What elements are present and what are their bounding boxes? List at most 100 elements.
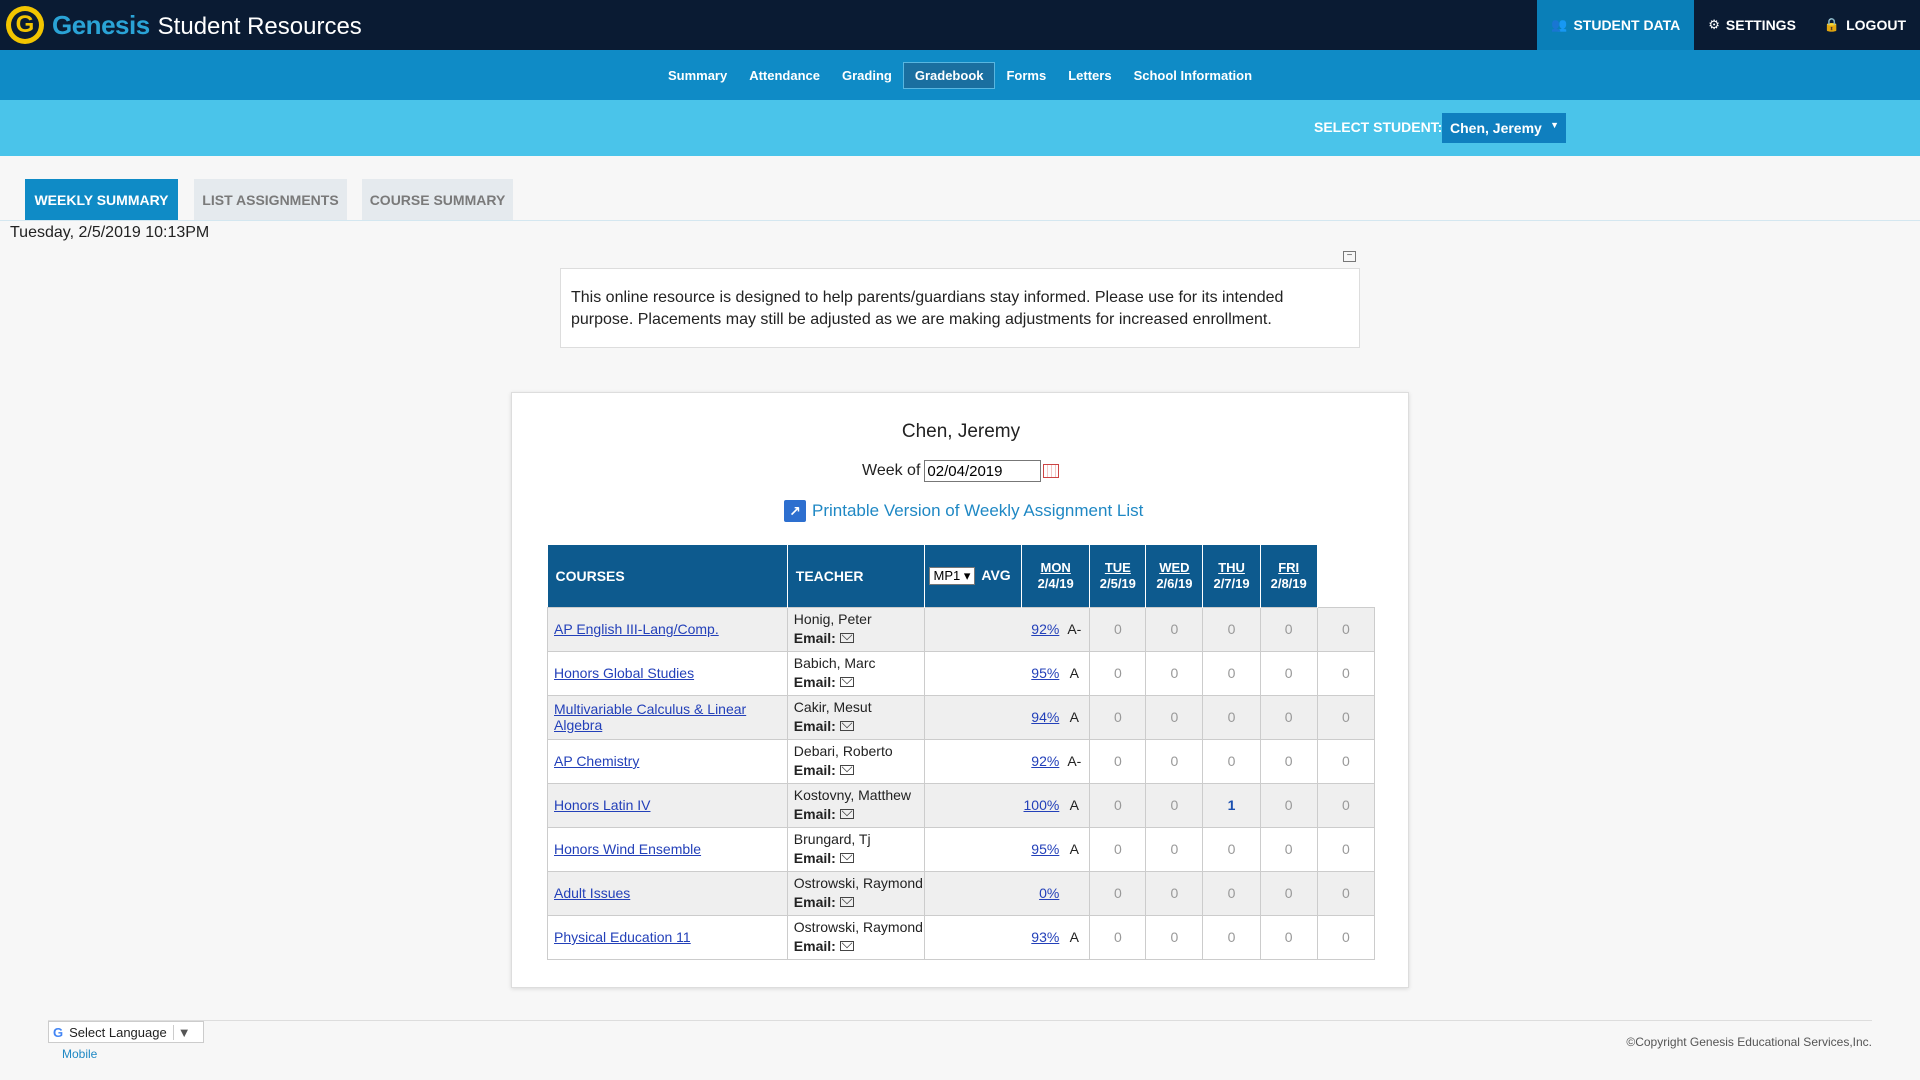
average-percent-link[interactable]: 92% — [1031, 753, 1059, 769]
course-link[interactable]: Adult Issues — [554, 885, 630, 901]
col-day-mon[interactable]: MON 2/4/19 — [1021, 545, 1091, 607]
course-link[interactable]: AP Chemistry — [554, 753, 639, 769]
teacher-name: Debari, Roberto — [793, 743, 893, 759]
table-row: Honors Global Studies Babich, Marc Email: 9… — [547, 650, 1376, 696]
nav-letters[interactable]: Letters — [1057, 63, 1122, 88]
average-percent-link[interactable]: 0% — [1039, 885, 1059, 901]
dropdown-arrow-icon: ▼ — [172, 1024, 191, 1040]
brand-name: Genesis — [52, 10, 150, 40]
day-assignment-count: 0 — [1316, 694, 1376, 740]
email-icon[interactable] — [839, 853, 854, 863]
select-student-label: SELECT STUDENT: — [1314, 119, 1443, 135]
logout-button[interactable]: 🔒 LOGOUT — [1810, 0, 1920, 50]
week-date-input[interactable] — [924, 460, 1042, 482]
teacher-cell: Honig, Peter Email: — [786, 606, 925, 652]
main-nav: Summary Attendance Grading Gradebook For… — [0, 50, 1920, 100]
course-link[interactable]: Honors Latin IV — [554, 797, 651, 813]
course-link[interactable]: Physical Education 11 — [554, 929, 691, 945]
average-percent-link[interactable]: 93% — [1031, 929, 1059, 945]
day-assignment-count: 0 — [1259, 694, 1318, 740]
table-row: Honors Wind Ensemble Brungard, Tj Email: 95… — [547, 826, 1376, 872]
email-icon[interactable] — [839, 677, 854, 687]
day-assignment-count: 0 — [1316, 914, 1376, 960]
email-icon[interactable] — [839, 809, 854, 819]
day-assignment-count: 0 — [1259, 870, 1318, 916]
col-day-tue[interactable]: TUE 2/5/19 — [1089, 545, 1147, 607]
day-assignment-count: 0 — [1316, 606, 1376, 652]
day-assignment-count: 0 — [1089, 914, 1147, 960]
avg-label: AVG — [981, 566, 1011, 583]
email-icon[interactable] — [839, 897, 854, 907]
copyright-text: ©Copyright Genesis Educational Services,… — [1626, 1035, 1872, 1049]
col-teacher-header: TEACHER — [787, 545, 925, 607]
top-right-menu: 👥 STUDENT DATA ⚙ SETTINGS 🔒 LOGOUT — [1537, 0, 1920, 50]
nav-gradebook[interactable]: Gradebook — [902, 61, 996, 89]
email-icon[interactable] — [839, 633, 854, 643]
grades-table: COURSES TEACHER MP1 ▾ AVG MON 2/4/19 TUE 2/… — [547, 545, 1376, 960]
student-name-heading: Chen, Jeremy — [901, 421, 1021, 442]
average-letter-grade: A- — [1067, 621, 1082, 637]
logout-label: LOGOUT — [1846, 17, 1906, 33]
nav-grading[interactable]: Grading — [831, 63, 903, 88]
teacher-name: Babich, Marc — [793, 655, 876, 671]
tab-list-assignments[interactable]: LIST ASSIGNMENTS — [194, 179, 347, 220]
teacher-cell: Ostrowski, Raymond Email: — [786, 870, 925, 916]
student-select-dropdown[interactable]: Chen, Jeremy ▼ — [1442, 113, 1566, 143]
average-percent-link[interactable]: 92% — [1031, 621, 1059, 637]
day-assignment-count: 0 — [1202, 870, 1261, 916]
select-language-dropdown[interactable]: G Select Language ▼ — [48, 1021, 204, 1043]
teacher-name: Honig, Peter — [793, 611, 872, 627]
day-assignment-count: 0 — [1259, 738, 1318, 784]
course-cell: Honors Latin IV — [547, 782, 788, 828]
table-row: Honors Latin IV Kostovny, Matthew Email: 10… — [547, 782, 1376, 828]
tab-weekly-summary[interactable]: WEEKLY SUMMARY — [25, 179, 178, 220]
col-courses-header: COURSES — [547, 545, 788, 607]
student-data-button[interactable]: 👥 STUDENT DATA — [1537, 0, 1695, 50]
course-link[interactable]: Honors Global Studies — [554, 665, 694, 681]
day-name: WED — [1159, 559, 1190, 575]
day-assignment-count: 0 — [1202, 914, 1261, 960]
marking-period-select[interactable]: MP1 ▾ — [928, 566, 976, 585]
average-percent-link[interactable]: 95% — [1031, 841, 1059, 857]
col-day-fri[interactable]: FRI 2/8/19 — [1260, 545, 1318, 607]
email-icon[interactable] — [839, 941, 854, 951]
email-icon[interactable] — [839, 721, 854, 731]
pdf-icon[interactable]: ↗ — [784, 500, 806, 522]
email-icon[interactable] — [839, 765, 854, 775]
nav-forms[interactable]: Forms — [995, 63, 1057, 88]
course-cell: Physical Education 11 — [547, 914, 788, 960]
settings-button[interactable]: ⚙ SETTINGS — [1694, 0, 1810, 50]
genesis-logo-icon: G — [6, 6, 44, 44]
nav-school-information[interactable]: School Information — [1123, 63, 1263, 88]
printable-version-link[interactable]: Printable Version of Weekly Assignment L… — [812, 501, 1143, 521]
calendar-icon[interactable] — [1043, 464, 1060, 478]
mobile-link[interactable]: Mobile — [62, 1047, 97, 1061]
day-assignment-count: 0 — [1089, 826, 1147, 872]
tab-course-summary[interactable]: COURSE SUMMARY — [362, 179, 513, 220]
email-label: Email: — [793, 894, 836, 910]
col-day-wed[interactable]: WED 2/6/19 — [1145, 545, 1204, 607]
average-letter-grade: A- — [1067, 753, 1082, 769]
nav-summary[interactable]: Summary — [657, 63, 738, 88]
teacher-cell: Ostrowski, Raymond Email: — [786, 914, 925, 960]
col-day-thu[interactable]: THU 2/7/19 — [1202, 545, 1261, 607]
average-percent-link[interactable]: 95% — [1031, 665, 1059, 681]
course-cell: AP English III-Lang/Comp. — [547, 606, 788, 652]
email-label: Email: — [793, 850, 836, 866]
course-link[interactable]: AP English III-Lang/Comp. — [554, 621, 719, 637]
average-letter-grade: A — [1069, 665, 1079, 681]
day-assignment-count: 0 — [1316, 782, 1376, 828]
average-percent-link[interactable]: 94% — [1031, 709, 1059, 725]
dropdown-arrow-icon: ▼ — [1550, 120, 1559, 130]
collapse-icon[interactable]: − — [1343, 251, 1356, 262]
nav-attendance[interactable]: Attendance — [738, 63, 831, 88]
day-assignment-count[interactable]: 1 — [1202, 782, 1261, 828]
course-link[interactable]: Honors Wind Ensemble — [554, 841, 701, 857]
day-assignment-count: 0 — [1145, 606, 1204, 652]
course-link[interactable]: Multivariable Calculus & Linear Algebra — [554, 701, 746, 733]
day-assignment-count: 0 — [1259, 650, 1318, 696]
average-percent-link[interactable]: 100% — [1024, 797, 1060, 813]
day-assignment-count: 0 — [1202, 738, 1261, 784]
top-header: G Genesis Student Resources 👥 STUDENT DAT… — [0, 0, 1920, 50]
day-assignment-count: 0 — [1202, 650, 1261, 696]
